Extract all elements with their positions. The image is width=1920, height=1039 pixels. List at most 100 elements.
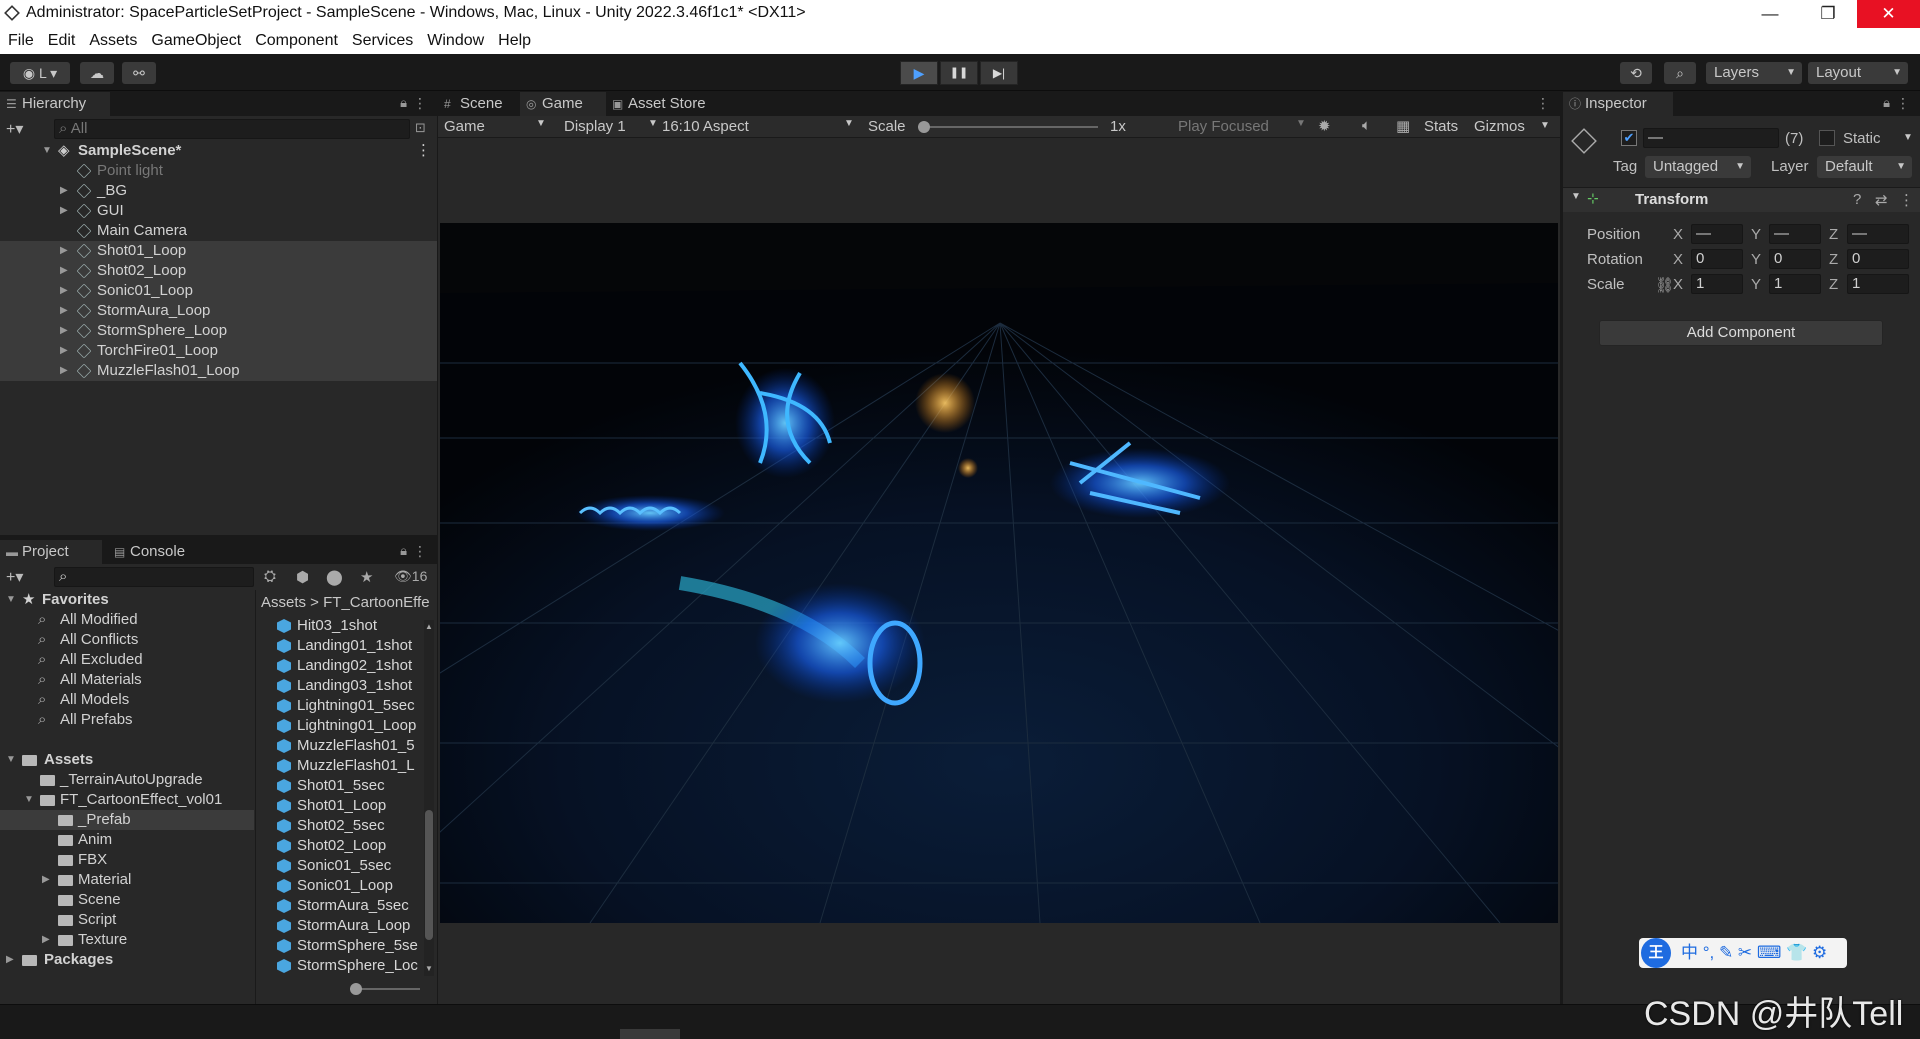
static-checkbox[interactable]	[1819, 130, 1835, 146]
folder-item[interactable]: _Prefab	[0, 810, 254, 830]
hierarchy-item[interactable]: ▶ MuzzleFlash01_Loop	[0, 361, 437, 381]
icon-size-slider[interactable]	[350, 983, 420, 995]
collab-icon[interactable]: ⚯	[122, 62, 156, 84]
asset-item[interactable]: Sonic01_5sec	[257, 856, 425, 876]
hierarchy-item[interactable]: Point light	[0, 161, 437, 181]
hierarchy-item[interactable]: ▶ TorchFire01_Loop	[0, 341, 437, 361]
favorites-item[interactable]: ⌕ All Materials	[0, 670, 254, 690]
breadcrumb-assets[interactable]: Assets	[261, 594, 306, 611]
menu-component[interactable]: Component	[255, 28, 338, 54]
packages-header[interactable]: ▶ Packages	[0, 950, 254, 970]
preset-icon[interactable]: ⇄	[1875, 191, 1888, 209]
menu-window[interactable]: Window	[427, 28, 484, 54]
folder-item[interactable]: Scene	[0, 890, 254, 910]
favorites-item[interactable]: ⌕ All Conflicts	[0, 630, 254, 650]
asset-item[interactable]: Shot02_5sec	[257, 816, 425, 836]
search-icon[interactable]: ⌕	[1664, 62, 1696, 84]
folder-item[interactable]: ▶ Texture	[0, 930, 254, 950]
aspect-dropdown[interactable]: 16:10 Aspect ▼	[662, 118, 858, 135]
filter-type-icon[interactable]: ⛭	[264, 568, 276, 585]
breadcrumb-folder[interactable]: FT_CartoonEffe	[323, 594, 429, 611]
favorites-item[interactable]: ⌕ All Models	[0, 690, 254, 710]
object-name-input[interactable]: —	[1643, 128, 1779, 148]
project-search-input[interactable]: ⌕	[54, 567, 254, 587]
menu-help[interactable]: Help	[498, 28, 531, 54]
asset-item[interactable]: Landing03_1shot	[257, 676, 425, 696]
tab-scene[interactable]: # Scene	[438, 92, 520, 116]
filter-icon[interactable]: ⊡	[415, 120, 426, 136]
hidden-packages-count[interactable]: 👁︎16	[394, 568, 427, 585]
lock-icon[interactable]: 🔒︎	[400, 95, 407, 111]
favorites-item[interactable]: ⌕ All Modified	[0, 610, 254, 630]
tab-asset-store[interactable]: ▣ Asset Store	[606, 92, 726, 116]
rotation-z-field[interactable]: 0	[1847, 249, 1909, 269]
rotation-y-field[interactable]: 0	[1769, 249, 1821, 269]
hierarchy-item[interactable]: ▶ StormAura_Loop	[0, 301, 437, 321]
tab-hierarchy[interactable]: ☰ Hierarchy	[0, 92, 110, 116]
favorites-item[interactable]: ⌕ All Excluded	[0, 650, 254, 670]
restore-button[interactable]: ❐	[1799, 0, 1857, 28]
bug-icon[interactable]: ✹	[1318, 117, 1331, 135]
transform-header[interactable]: ▼ ⊹ Transform ? ⇄ ⋮	[1563, 188, 1920, 212]
folder-item[interactable]: Anim	[0, 830, 254, 850]
assets-header[interactable]: ▼ Assets	[0, 750, 254, 770]
asset-item[interactable]: MuzzleFlash01_5	[257, 736, 425, 756]
position-x-field[interactable]: —	[1691, 224, 1743, 244]
active-checkbox[interactable]: ✔	[1621, 130, 1637, 146]
scene-row[interactable]: ▼ ◈ SampleScene* ⋮	[0, 141, 437, 161]
label-icon[interactable]: ⬢	[296, 568, 309, 586]
add-component-button[interactable]: Add Component	[1599, 320, 1883, 346]
play-button[interactable]: ▶	[900, 61, 938, 85]
asset-item[interactable]: MuzzleFlash01_L	[257, 756, 425, 776]
menu-file[interactable]: File	[8, 28, 34, 54]
chevron-down-icon[interactable]: ▼	[1903, 132, 1913, 143]
hierarchy-item[interactable]: ▶ Shot02_Loop	[0, 261, 437, 281]
add-icon[interactable]: +▾	[6, 119, 23, 139]
favorites-header[interactable]: ▼ ★ Favorites	[0, 590, 254, 610]
tab-console[interactable]: ▤ Console	[108, 540, 208, 564]
minimize-button[interactable]: —	[1741, 0, 1799, 28]
history-icon[interactable]: ⟲	[1620, 62, 1652, 84]
gizmos-button[interactable]: Gizmos	[1474, 118, 1525, 135]
tag-dropdown[interactable]: Untagged ▼	[1645, 156, 1751, 178]
panel-menu-icon[interactable]: ⋮	[1896, 95, 1910, 112]
ime-logo-icon[interactable]: 王	[1641, 938, 1671, 968]
help-icon[interactable]: ?	[1853, 191, 1861, 208]
folder-item[interactable]: FBX	[0, 850, 254, 870]
tab-game[interactable]: ◎ Game	[520, 92, 606, 116]
asset-item[interactable]: Landing02_1shot	[257, 656, 425, 676]
slider-thumb[interactable]	[350, 983, 362, 995]
asset-item[interactable]: StormAura_Loop	[257, 916, 425, 936]
lock-icon[interactable]: 🔒︎	[1883, 95, 1890, 111]
scene-menu-icon[interactable]: ⋮	[416, 141, 431, 161]
scale-z-field[interactable]: 1	[1847, 274, 1909, 294]
hierarchy-item[interactable]: ▶ Shot01_Loop	[0, 241, 437, 261]
component-menu-icon[interactable]: ⋮	[1899, 191, 1914, 209]
panel-menu-icon[interactable]: ⋮	[413, 543, 427, 560]
play-focused-dropdown[interactable]: Play Focused ▼	[1178, 118, 1310, 135]
hierarchy-item[interactable]: ▶ GUI	[0, 201, 437, 221]
asset-item[interactable]: StormSphere_Loc	[257, 956, 425, 976]
pause-button[interactable]: ❚❚	[940, 61, 978, 85]
menu-edit[interactable]: Edit	[48, 28, 76, 54]
hierarchy-item[interactable]: ▶ StormSphere_Loop	[0, 321, 437, 341]
game-mode-dropdown[interactable]: Game ▼	[444, 118, 546, 135]
game-render[interactable]	[440, 223, 1558, 923]
lock-icon[interactable]: 🔒︎	[400, 543, 407, 559]
asset-item[interactable]: StormSphere_5se	[257, 936, 425, 956]
tab-inspector[interactable]: ⓘ Inspector	[1563, 92, 1673, 116]
hierarchy-item[interactable]: ▶ _BG	[0, 181, 437, 201]
layout-dropdown[interactable]: Layout ▼	[1808, 62, 1908, 84]
gameobject-icon[interactable]	[1571, 128, 1597, 154]
panel-menu-icon[interactable]: ⋮	[413, 95, 427, 112]
layer-dropdown[interactable]: Default ▼	[1817, 156, 1912, 178]
star-icon[interactable]: ★	[360, 568, 373, 586]
asset-item[interactable]: Sonic01_Loop	[257, 876, 425, 896]
hierarchy-item[interactable]: Main Camera	[0, 221, 437, 241]
shortcuts-icon[interactable]: ▦	[1396, 117, 1410, 135]
folder-item[interactable]: ▶ Material	[0, 870, 254, 890]
display-dropdown[interactable]: Display 1 ▼	[564, 118, 662, 135]
folder-item[interactable]: ▼ FT_CartoonEffect_vol01	[0, 790, 254, 810]
chevron-down-icon[interactable]: ▼	[1540, 120, 1550, 131]
asset-item[interactable]: StormAura_5sec	[257, 896, 425, 916]
